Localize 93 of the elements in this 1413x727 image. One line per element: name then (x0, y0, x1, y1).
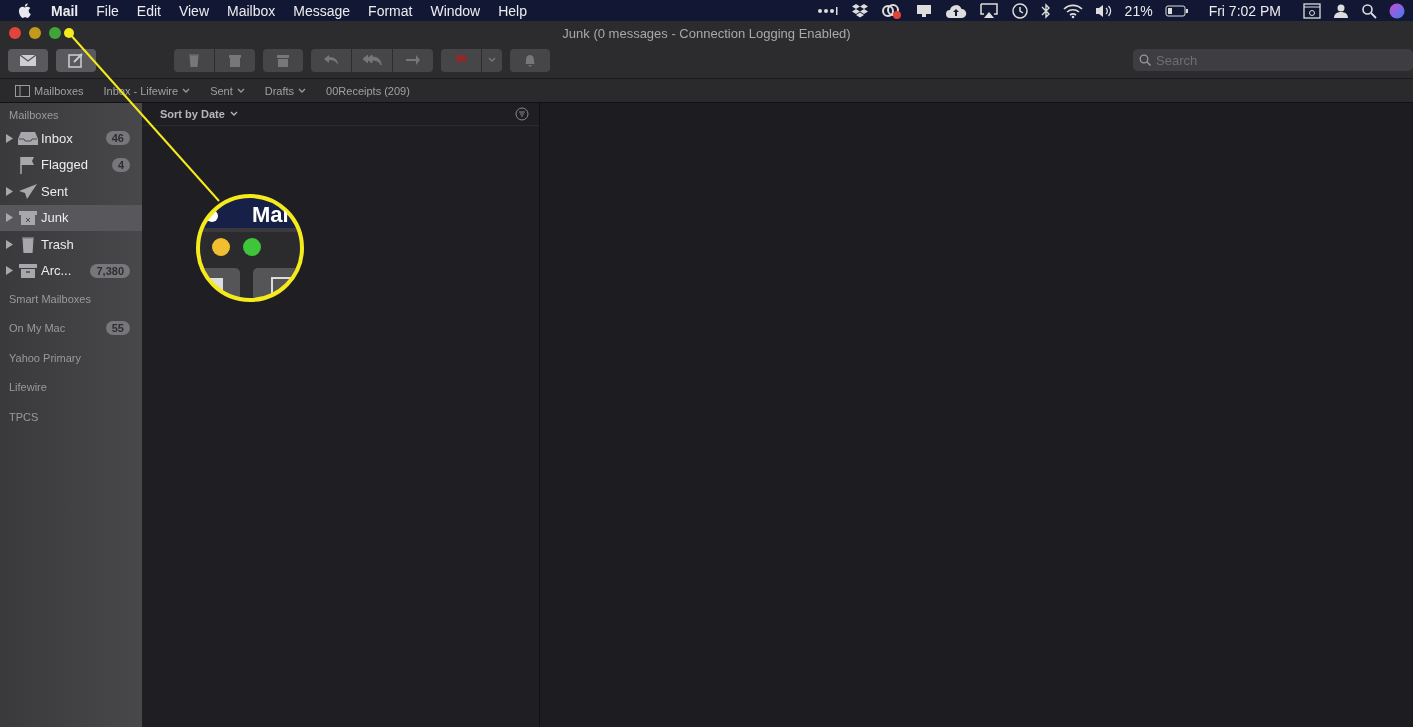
dots-icon[interactable] (816, 5, 839, 16)
folder-label: Flagged (41, 157, 89, 173)
sort-menu[interactable]: Sort by Date (160, 108, 238, 120)
dropbox-icon[interactable] (850, 2, 869, 19)
chevron-icon (236, 87, 245, 94)
chevron-icon (182, 87, 191, 94)
reply-arrow-icon (323, 54, 339, 66)
unread-count: 4 (111, 157, 130, 172)
account-heading[interactable]: Lifewire (0, 381, 47, 394)
folder-row[interactable]: Arc... 7,380 (0, 257, 142, 284)
favorite-label: Mailboxes (34, 84, 84, 97)
folder-label: Inbox (41, 130, 74, 146)
folder-label: Trash (41, 236, 75, 252)
compose-icon (68, 52, 84, 68)
folder-row[interactable]: Trash (0, 231, 142, 258)
notify-button[interactable] (510, 48, 550, 72)
zoom-button[interactable] (49, 27, 61, 39)
archive-button[interactable] (263, 48, 303, 72)
wifi-icon[interactable] (1062, 2, 1083, 19)
junk-bin-icon (18, 210, 38, 226)
monitor-icon[interactable] (914, 2, 933, 19)
menu-item[interactable]: View (178, 2, 209, 19)
reply-button[interactable] (311, 48, 351, 72)
bell-icon (524, 53, 536, 67)
minimize-button[interactable] (29, 27, 41, 39)
menu-item[interactable]: Mailbox (227, 2, 276, 19)
siri-icon[interactable] (1389, 2, 1405, 19)
unread-count: 46 (105, 131, 130, 146)
search-icon (1139, 54, 1151, 66)
right-arrow-icon (405, 54, 421, 66)
double-arrow-icon (362, 54, 382, 66)
user-icon[interactable] (1333, 2, 1349, 19)
archive-box-icon (18, 263, 38, 279)
menu-item[interactable]: File (96, 2, 119, 19)
trash-icon (188, 53, 200, 67)
callout-text: Mai (252, 202, 289, 227)
menu-clock: Fri 7:02 PM (1208, 2, 1281, 19)
cloud-upload-icon[interactable] (944, 2, 967, 19)
forward-button[interactable] (393, 48, 433, 72)
menu-app-name[interactable]: Mail (51, 2, 79, 19)
junk-bin-icon (228, 53, 242, 67)
folder-label: Junk (41, 210, 70, 226)
reply-all-button[interactable] (352, 48, 392, 72)
junk-button[interactable] (215, 48, 255, 72)
volume-icon[interactable] (1094, 2, 1113, 19)
account-heading[interactable]: Yahoo Primary (0, 351, 81, 364)
airplay-icon[interactable] (978, 2, 999, 19)
battery-percent: 21% (1124, 2, 1153, 19)
battery-icon[interactable] (1164, 4, 1189, 17)
close-button[interactable] (9, 27, 21, 39)
unread-count: 7,380 (90, 263, 130, 278)
disclosure-triangle-icon[interactable] (5, 186, 13, 196)
bluetooth-icon[interactable] (1040, 2, 1051, 19)
window-title: Junk (0 messages - Connection Logging Enabled) (561, 25, 852, 41)
folder-label: Sent (41, 183, 69, 199)
menu-item[interactable]: Help (498, 2, 527, 19)
envelope-icon (19, 53, 37, 67)
disclosure-triangle-icon[interactable] (5, 266, 13, 276)
mailboxes-toggle[interactable]: Mailboxes (15, 84, 84, 97)
folder-row[interactable]: Inbox 46 (0, 125, 142, 152)
unread-count: 55 (105, 321, 130, 336)
favorite-menu[interactable]: Drafts (264, 84, 307, 97)
account-heading[interactable]: TPCS (0, 410, 39, 423)
disclosure-triangle-icon[interactable] (5, 213, 13, 223)
sidebar-icon (15, 84, 30, 97)
folder-row[interactable]: Sent (0, 178, 142, 205)
clock-icon[interactable] (1010, 1, 1029, 20)
folder-label: Arc... (41, 263, 73, 279)
filter-icon[interactable] (515, 107, 529, 121)
section-heading: Mailboxes (8, 109, 60, 121)
menu-item[interactable]: Message (293, 2, 351, 19)
compose-button[interactable] (56, 48, 96, 72)
favorite-menu[interactable]: Sent (210, 84, 245, 97)
menu-item[interactable]: Edit (136, 2, 161, 19)
get-mail-button[interactable] (8, 48, 48, 72)
disclosure-triangle-icon[interactable] (5, 133, 13, 143)
account-heading[interactable]: Smart Mailboxes (0, 292, 91, 305)
tray-icon (18, 130, 38, 146)
archive-box-icon (276, 53, 290, 67)
chevron-icon (298, 87, 307, 94)
account-heading[interactable]: On My Mac (0, 322, 66, 335)
favorite-mailbox[interactable]: 00Receipts (209) (326, 84, 410, 97)
apple-icon[interactable] (18, 3, 31, 18)
folder-row[interactable]: Flagged 4 (0, 151, 142, 178)
delete-button[interactable] (174, 48, 214, 72)
paper-plane-icon (18, 183, 38, 200)
disclosure-triangle-icon[interactable] (5, 239, 13, 249)
folder-row[interactable]: Junk (0, 204, 142, 231)
chevron-icon (229, 111, 238, 117)
caret-icon (488, 57, 496, 63)
menu-item[interactable]: Format (368, 2, 413, 19)
menu-item[interactable]: Window (430, 2, 481, 19)
search-icon[interactable] (1361, 2, 1377, 19)
